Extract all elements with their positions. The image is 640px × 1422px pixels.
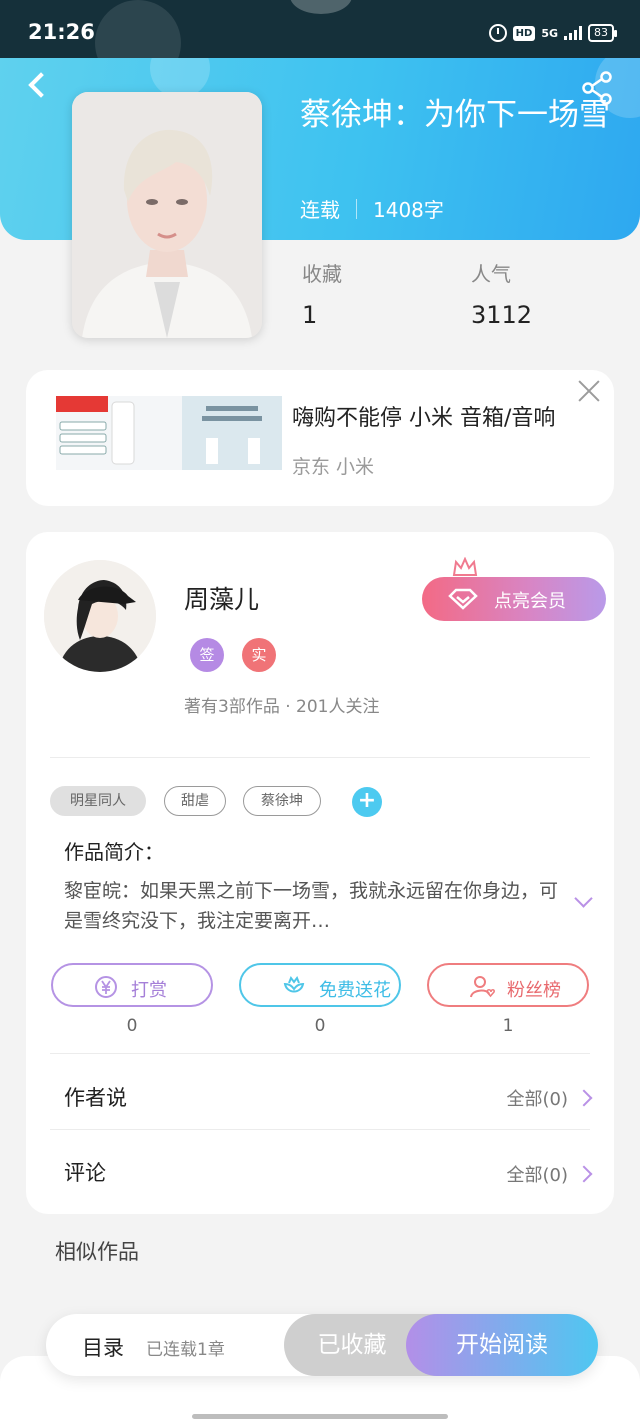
status-time: 21:26 bbox=[28, 20, 95, 44]
chevron-right-icon bbox=[575, 1089, 593, 1107]
book-status: 连载 bbox=[300, 198, 340, 222]
tag-item[interactable]: 蔡徐坤 bbox=[243, 786, 321, 816]
book-word-count: 1408字 bbox=[373, 198, 444, 222]
intro-label: 作品简介： bbox=[64, 840, 164, 864]
send-flower-button[interactable]: 免费送花 bbox=[239, 963, 401, 1007]
favorited-label: 已收藏 bbox=[317, 1332, 387, 1358]
stat-popularity: 人气 3112 bbox=[471, 258, 532, 329]
bottom-action-bar: 目录 已连载1章 已收藏 开始阅读 bbox=[46, 1314, 598, 1376]
fans-count: 1 bbox=[502, 1016, 514, 1036]
vip-button[interactable]: 点亮会员 bbox=[422, 557, 606, 621]
stat-value: 3112 bbox=[471, 301, 533, 329]
plus-icon: + bbox=[357, 788, 377, 813]
diamond-icon bbox=[448, 588, 478, 610]
status-bar-decoration bbox=[290, 0, 352, 14]
author-notes-all[interactable]: 全部(0) bbox=[506, 1085, 593, 1111]
author-stats: 著有3部作品 · 201人关注 bbox=[184, 697, 380, 717]
intro-text: 黎宦皖：如果天黑之前下一场雪，我就永远留在你身边，可是雪终究没下，我注定要离开… bbox=[64, 880, 559, 932]
chevron-right-icon bbox=[575, 1165, 593, 1183]
author-name[interactable]: 周藻儿 bbox=[184, 580, 259, 616]
back-button[interactable] bbox=[22, 68, 52, 104]
divider bbox=[50, 1053, 590, 1054]
avatar[interactable] bbox=[44, 560, 156, 672]
signal-icon bbox=[564, 26, 582, 40]
yen-coin-icon bbox=[95, 976, 117, 998]
flower-count: 0 bbox=[314, 1016, 326, 1036]
start-reading-label: 开始阅读 bbox=[456, 1332, 548, 1358]
cover-portrait bbox=[72, 92, 262, 338]
hd-icon: HD bbox=[512, 25, 536, 41]
similar-works-title: 相似作品 bbox=[55, 1240, 139, 1264]
author-avatar-image bbox=[44, 560, 156, 672]
tag-item[interactable]: 明星同人 bbox=[50, 786, 146, 816]
tag-item[interactable]: 甜虐 bbox=[164, 786, 226, 816]
book-meta: 连载 1408字 bbox=[300, 194, 444, 223]
fan-user-icon bbox=[470, 976, 495, 998]
comments-label: 评论 bbox=[64, 1161, 106, 1185]
start-reading-button[interactable]: 开始阅读 bbox=[406, 1314, 598, 1376]
author-notes-label: 作者说 bbox=[64, 1086, 127, 1110]
tip-count: 0 bbox=[126, 1016, 138, 1036]
comments-all[interactable]: 全部(0) bbox=[506, 1161, 593, 1187]
toc-label: 目录 bbox=[82, 1336, 124, 1360]
stat-value: 1 bbox=[302, 301, 318, 329]
verified-badge: 实 bbox=[242, 638, 276, 672]
ad-title: 嗨购不能停 小米 音箱/音响 bbox=[292, 406, 556, 431]
ad-image bbox=[56, 396, 282, 470]
author-card: 周藻儿 签 实 著有3部作品 · 201人关注 点亮会员 明星同人 甜虐 蔡徐坤… bbox=[26, 532, 614, 1214]
fans-label: 粉丝榜 bbox=[507, 980, 561, 1001]
home-indicator[interactable] bbox=[192, 1414, 448, 1419]
stat-label: 人气 bbox=[471, 262, 511, 286]
add-tag-button[interactable]: + bbox=[352, 787, 382, 817]
author-notes-count: 全部(0) bbox=[506, 1089, 569, 1110]
toc-chapter-count: 已连载1章 bbox=[146, 1340, 225, 1360]
vip-button-label: 点亮会员 bbox=[494, 591, 566, 612]
flower-label: 免费送花 bbox=[319, 980, 391, 1001]
ad-subtitle: 京东 小米 bbox=[292, 456, 375, 478]
book-cover[interactable] bbox=[72, 92, 262, 338]
signed-badge: 签 bbox=[190, 638, 224, 672]
alarm-icon bbox=[488, 24, 507, 42]
fans-ranking-button[interactable]: 粉丝榜 bbox=[427, 963, 589, 1007]
close-ad-button[interactable] bbox=[574, 376, 604, 406]
meta-divider bbox=[356, 198, 357, 219]
stat-label: 收藏 bbox=[302, 262, 342, 286]
expand-chevron-icon[interactable] bbox=[572, 892, 596, 910]
comments-count: 全部(0) bbox=[506, 1165, 569, 1186]
tip-label: 打赏 bbox=[131, 980, 167, 1001]
network-type: 5G bbox=[541, 26, 558, 40]
battery-icon: 83 bbox=[588, 24, 617, 42]
ad-card[interactable]: 嗨购不能停 小米 音箱/音响 京东 小米 bbox=[26, 370, 614, 506]
status-icons: HD 5G 83 bbox=[488, 24, 617, 42]
status-bar: 21:26 HD 5G 83 bbox=[0, 0, 640, 86]
stat-favorites: 收藏 1 bbox=[302, 258, 342, 329]
crown-icon bbox=[452, 557, 478, 576]
divider bbox=[50, 1129, 590, 1130]
divider bbox=[50, 757, 590, 758]
flower-icon bbox=[283, 975, 305, 993]
book-title: 蔡徐坤：为你下一场雪 bbox=[300, 97, 610, 133]
tip-button[interactable]: 打赏 bbox=[51, 963, 213, 1007]
